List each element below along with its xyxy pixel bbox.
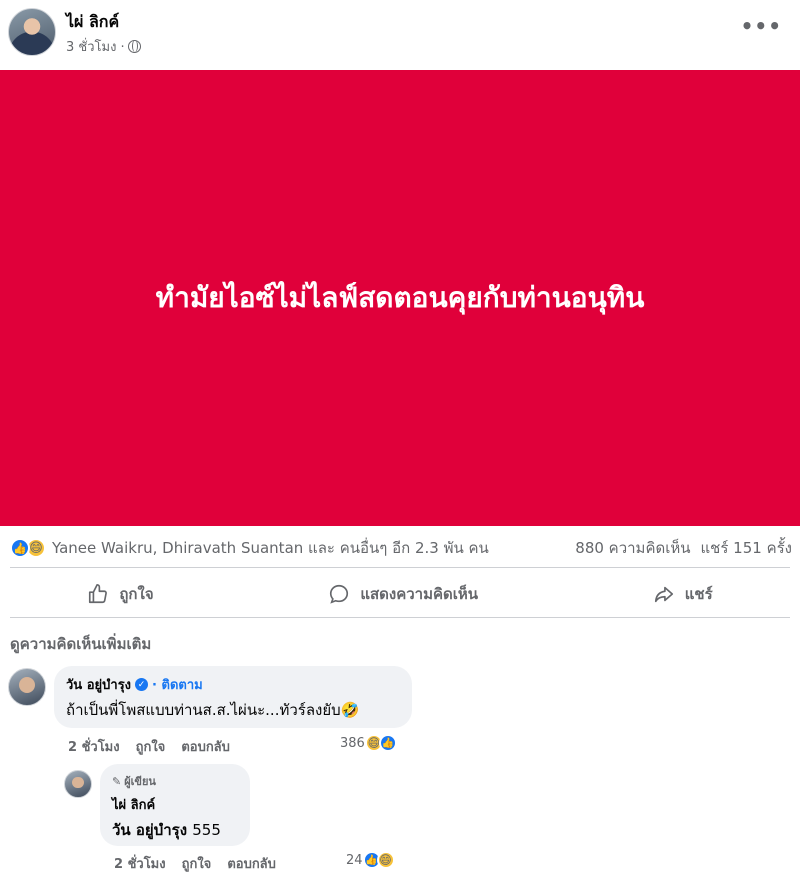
reply-reaction-count: 24 [346, 852, 363, 868]
like-button[interactable]: ถูกใจ [47, 576, 193, 612]
author-tag: ✎ ผู้เขียน [112, 772, 238, 790]
post-meta: 3 ชั่วโมง · [66, 36, 141, 57]
comment-label: แสดงความคิดเห็น [360, 585, 479, 603]
reply-author-name[interactable]: ไผ่ ลิกค์ [112, 794, 238, 815]
reply-reactions[interactable]: 24 👍 [346, 851, 395, 869]
divider [10, 567, 790, 568]
author-tag-label: ผู้เขียน [124, 775, 156, 788]
comment-time[interactable]: 2 ชั่วโมง [68, 736, 120, 757]
commenter-name[interactable]: วัน อยู่บำรุง [66, 674, 131, 695]
more-options-button[interactable]: ••• [741, 14, 782, 38]
comment-meta: 2 ชั่วโมง ถูกใจ ตอบกลับ [68, 736, 230, 757]
comment-count[interactable]: 880 ความคิดเห็น [575, 536, 690, 560]
banner-text: ทำมัยไอซ์ไม่ไลฟ์สดตอนคุยกับท่านอนุทิน [155, 281, 645, 314]
mention-link[interactable]: วัน อยู่บำรุง [112, 821, 187, 839]
like-label: ถูกใจ [119, 585, 154, 603]
share-count[interactable]: แชร์ 151 ครั้ง [701, 536, 793, 560]
reply-content: วัน อยู่บำรุง 555 [112, 818, 238, 842]
comment-reply-button[interactable]: ตอบกลับ [181, 736, 230, 757]
view-more-comments-link[interactable]: ดูความคิดเห็นเพิ่มเติม [10, 632, 151, 656]
reactors-text[interactable]: Yanee Waikru, Dhiravath Suantan และ คนอื… [52, 536, 489, 560]
pencil-icon: ✎ [112, 774, 122, 788]
post-author-name[interactable]: ไผ่ ลิกค์ [66, 10, 119, 35]
comment-bubble: วัน อยู่บำรุง ✓ · ติดตาม ถ้าเป็นพี่โพสแบ… [54, 666, 412, 728]
haha-reaction-icon [376, 851, 395, 869]
post-banner[interactable]: ทำมัยไอซ์ไม่ไลฟ์สดตอนคุยกับท่านอนุทิน [0, 70, 800, 526]
thumbs-up-icon [89, 584, 108, 604]
commenter-name-row: วัน อยู่บำรุง ✓ · ติดตาม [66, 674, 400, 695]
like-reaction-icon: 👍 [10, 538, 30, 558]
share-button[interactable]: แชร์ [613, 576, 753, 612]
reply-meta: 2 ชั่วโมง ถูกใจ ตอบกลับ [114, 853, 276, 874]
verified-badge-icon: ✓ [135, 678, 149, 691]
comment-reaction-count: 386 [340, 735, 365, 751]
post-stats: 👍 Yanee Waikru, Dhiravath Suantan และ คน… [10, 536, 792, 560]
comment-text: ถ้าเป็นพี่โพสแบบท่านส.ส.ไผ่นะ...ทัวร์ลงย… [66, 701, 360, 719]
like-reaction-icon: 👍 [378, 734, 397, 752]
comment-reactions[interactable]: 386 👍 [340, 734, 397, 752]
globe-icon [127, 40, 141, 53]
comment-bubble-icon [330, 584, 349, 604]
reply-author-avatar[interactable] [64, 770, 92, 798]
post-actions: ถูกใจ แสดงความคิดเห็น แชร์ [0, 572, 800, 616]
author-avatar[interactable] [8, 8, 56, 56]
share-label: แชร์ [684, 585, 713, 603]
comment-like-button[interactable]: ถูกใจ [136, 736, 166, 757]
reply-reply-button[interactable]: ตอบกลับ [227, 853, 276, 874]
follow-link[interactable]: · ติดตาม [152, 674, 203, 695]
reply-text: 555 [192, 821, 221, 839]
reply-time[interactable]: 2 ชั่วโมง [114, 853, 166, 874]
divider [10, 617, 790, 618]
comment-button[interactable]: แสดงความคิดเห็น [288, 576, 518, 612]
post-time[interactable]: 3 ชั่วโมง · [66, 36, 125, 57]
reply-bubble: ✎ ผู้เขียน ไผ่ ลิกค์ วัน อยู่บำรุง 555 [100, 764, 250, 846]
commenter-avatar[interactable] [8, 668, 46, 706]
share-arrow-icon [654, 586, 673, 603]
reply-like-button[interactable]: ถูกใจ [182, 853, 212, 874]
